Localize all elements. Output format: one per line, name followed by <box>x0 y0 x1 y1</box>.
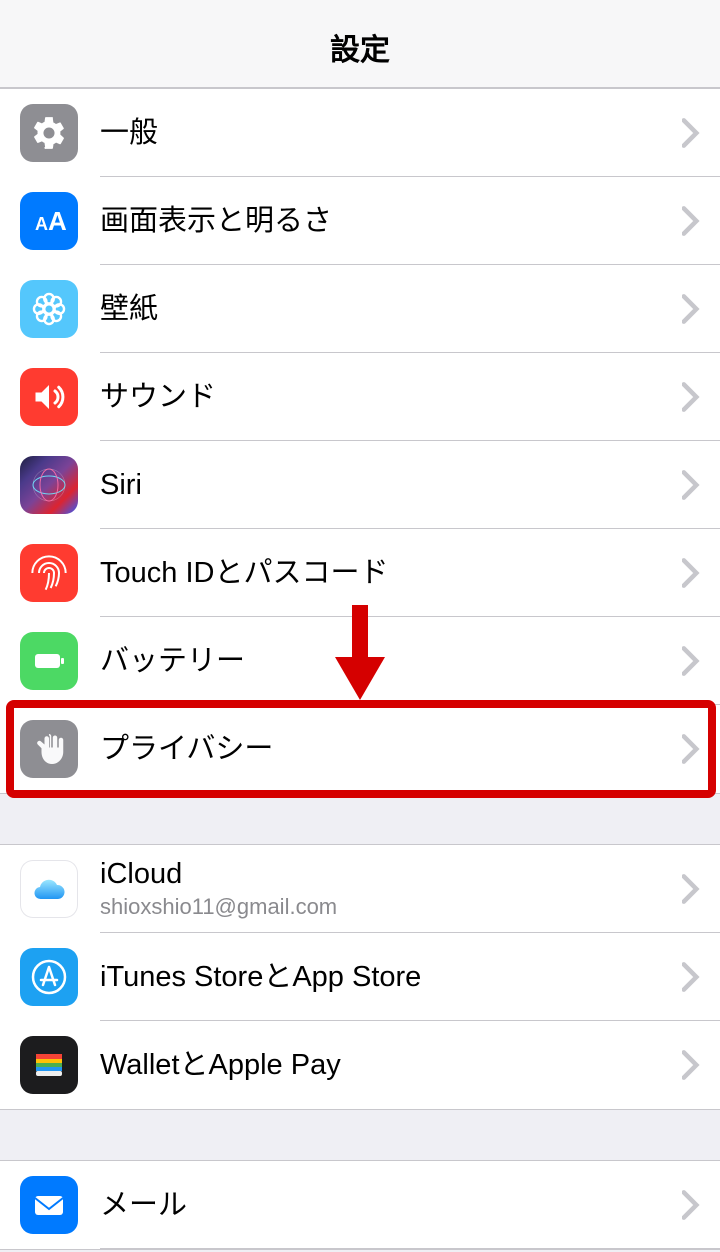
settings-row-general[interactable]: 一般 <box>0 89 720 177</box>
settings-row-battery[interactable]: バッテリー <box>0 617 720 705</box>
settings-row-wallpaper[interactable]: 壁紙 <box>0 265 720 353</box>
svg-text:A: A <box>35 214 48 234</box>
svg-text:A: A <box>48 206 67 236</box>
battery-icon <box>20 632 78 690</box>
row-label: バッテリー <box>100 644 682 679</box>
chevron-right-icon <box>682 294 700 324</box>
wallet-icon <box>20 1036 78 1094</box>
row-label: 画面表示と明るさ <box>100 204 682 239</box>
mail-icon <box>20 1176 78 1234</box>
settings-row-touchid[interactable]: Touch IDとパスコード <box>0 529 720 617</box>
settings-row-privacy[interactable]: プライバシー <box>0 705 720 793</box>
chevron-right-icon <box>682 734 700 764</box>
row-label: サウンド <box>100 380 682 415</box>
row-label: メール <box>100 1188 682 1223</box>
row-content: サウンド <box>100 380 682 415</box>
icloud-icon <box>20 860 78 918</box>
text-size-icon: AA <box>20 192 78 250</box>
divider <box>100 1248 720 1249</box>
row-content: 壁紙 <box>100 292 682 327</box>
chevron-right-icon <box>682 470 700 500</box>
chevron-right-icon <box>682 1050 700 1080</box>
siri-icon <box>20 456 78 514</box>
appstore-icon <box>20 948 78 1006</box>
chevron-right-icon <box>682 558 700 588</box>
chevron-right-icon <box>682 118 700 148</box>
row-content: バッテリー <box>100 644 682 679</box>
chevron-right-icon <box>682 962 700 992</box>
chevron-right-icon <box>682 206 700 236</box>
settings-row-wallet[interactable]: WalletとApple Pay <box>0 1021 720 1109</box>
settings-section-2: iCloud shioxshio11@gmail.com iTunes Stor… <box>0 844 720 1110</box>
settings-row-sounds[interactable]: サウンド <box>0 353 720 441</box>
row-content: 一般 <box>100 116 682 151</box>
fingerprint-icon <box>20 544 78 602</box>
row-content: プライバシー <box>100 732 682 767</box>
chevron-right-icon <box>682 1190 700 1220</box>
row-content: メール <box>100 1188 682 1223</box>
chevron-right-icon <box>682 874 700 904</box>
row-label: Touch IDとパスコード <box>100 556 682 591</box>
row-content: iTunes StoreとApp Store <box>100 960 682 995</box>
row-label: iCloud <box>100 857 682 892</box>
settings-section-1: 一般 AA 画面表示と明るさ 壁紙 サウンド <box>0 88 720 794</box>
settings-row-appstore[interactable]: iTunes StoreとApp Store <box>0 933 720 1021</box>
hand-icon <box>20 720 78 778</box>
flower-icon <box>20 280 78 338</box>
row-label: Siri <box>100 468 682 503</box>
speaker-icon <box>20 368 78 426</box>
row-label: iTunes StoreとApp Store <box>100 960 682 995</box>
settings-row-siri[interactable]: Siri <box>0 441 720 529</box>
row-label: 壁紙 <box>100 292 682 327</box>
row-label: WalletとApple Pay <box>100 1048 682 1083</box>
settings-row-icloud[interactable]: iCloud shioxshio11@gmail.com <box>0 845 720 933</box>
row-content: 画面表示と明るさ <box>100 204 682 239</box>
row-content: iCloud shioxshio11@gmail.com <box>100 857 682 920</box>
page-title: 設定 <box>330 25 390 69</box>
row-content: Siri <box>100 468 682 503</box>
row-sublabel: shioxshio11@gmail.com <box>100 894 682 920</box>
settings-row-mail[interactable]: メール <box>0 1161 720 1249</box>
chevron-right-icon <box>682 382 700 412</box>
gear-icon <box>20 104 78 162</box>
row-content: WalletとApple Pay <box>100 1048 682 1083</box>
row-label: プライバシー <box>100 732 682 767</box>
settings-section-3: メール <box>0 1160 720 1250</box>
row-label: 一般 <box>100 116 682 151</box>
chevron-right-icon <box>682 646 700 676</box>
row-content: Touch IDとパスコード <box>100 556 682 591</box>
nav-header: 設定 <box>0 0 720 88</box>
settings-row-display[interactable]: AA 画面表示と明るさ <box>0 177 720 265</box>
